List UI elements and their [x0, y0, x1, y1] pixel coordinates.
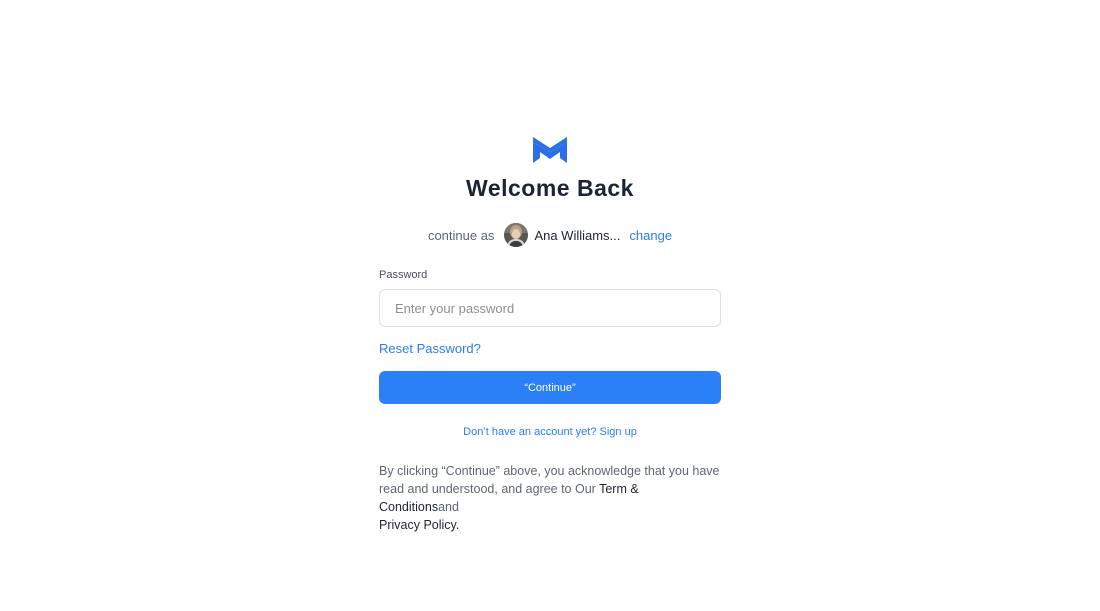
reset-password-link[interactable]: Reset Password? — [379, 341, 481, 357]
privacy-link[interactable]: Privacy Policy. — [379, 518, 459, 532]
password-label: Password — [379, 269, 428, 281]
login-page: Welcome Back continue as Ana Williams...… — [0, 0, 1100, 611]
change-account-link[interactable]: change — [629, 228, 672, 243]
continue-button[interactable]: “Continue” — [379, 371, 721, 404]
signup-link[interactable]: Don’t have an account yet? Sign up — [379, 425, 721, 439]
legal-and-text: and — [438, 500, 459, 514]
continue-as-row: continue as Ana Williams... change — [379, 222, 721, 248]
avatar — [504, 223, 529, 247]
page-title: Welcome Back — [466, 175, 634, 201]
login-card: Welcome Back continue as Ana Williams...… — [379, 137, 721, 534]
password-input[interactable] — [379, 289, 721, 327]
legal-text: By clicking “Continue” above, you acknow… — [379, 464, 720, 496]
m-logo-icon — [533, 137, 567, 163]
continue-as-label: continue as — [427, 227, 495, 243]
legal-notice: By clicking “Continue” above, you acknow… — [379, 462, 721, 534]
user-name: Ana Williams... — [534, 227, 621, 243]
